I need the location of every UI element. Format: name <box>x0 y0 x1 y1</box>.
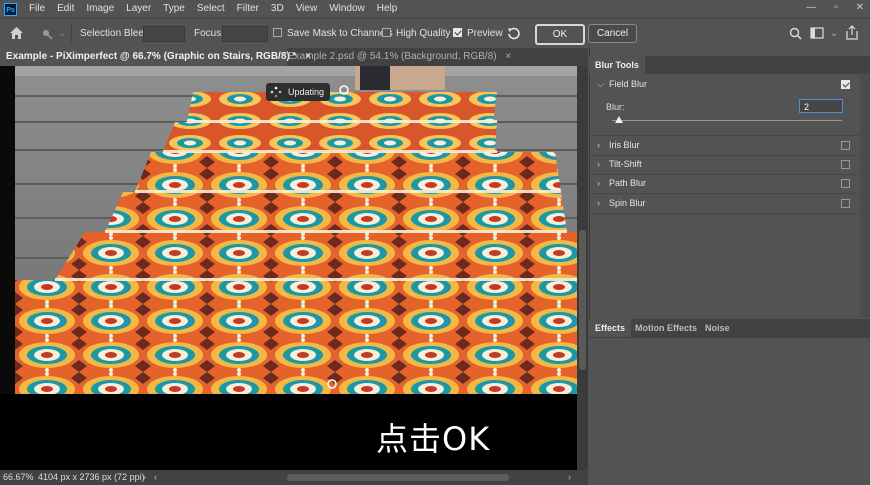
chevron-right-icon[interactable]: › <box>597 136 600 155</box>
close-tab-icon[interactable]: × <box>505 51 511 62</box>
blur-value-input[interactable]: 2 <box>799 99 843 113</box>
tab-example-2[interactable]: Example 2.psd @ 54.1% (Background, RGB/8… <box>282 48 517 66</box>
menu-select[interactable]: Select <box>191 0 231 18</box>
pasteboard <box>0 66 15 394</box>
tool-dropdown-arrow-icon[interactable]: ⌄ <box>58 19 66 48</box>
chevron-right-icon[interactable]: › <box>597 174 600 193</box>
path-blur-label: Path Blur <box>609 178 647 188</box>
pin-tool-icon[interactable] <box>40 27 53 40</box>
selection-bleed-label: Selection Bleed: <box>80 28 153 39</box>
scroll-left-arrow-icon[interactable]: ‹ <box>154 470 157 485</box>
menu-layer[interactable]: Layer <box>120 0 157 18</box>
spin-blur-row[interactable]: › Spin Blur <box>589 194 859 213</box>
window-controls: — ▫ ✕ <box>806 0 864 16</box>
restore-icon[interactable]: ▫ <box>834 0 838 16</box>
focus-label: Focus: <box>194 28 225 39</box>
blur-slider-track[interactable] <box>612 120 842 121</box>
panel-scrollbar[interactable] <box>860 74 870 318</box>
menu-view[interactable]: View <box>290 0 324 18</box>
reset-icon[interactable] <box>506 26 521 41</box>
chevron-right-icon[interactable]: › <box>597 155 600 174</box>
menu-edit[interactable]: Edit <box>51 0 80 18</box>
high-quality-box[interactable] <box>382 28 391 37</box>
status-menu-arrow-icon[interactable]: › <box>143 470 146 485</box>
blur-slider-handle-icon[interactable] <box>615 116 623 123</box>
blur-label: Blur: <box>606 102 625 112</box>
menu-help[interactable]: Help <box>371 0 404 18</box>
close-icon[interactable]: ✕ <box>856 0 864 16</box>
tab-effects[interactable]: Effects <box>589 319 632 337</box>
menu-file[interactable]: File <box>23 0 51 18</box>
tab-example[interactable]: Example - PiXimperfect @ 66.7% (Graphic … <box>0 48 311 66</box>
menu-window[interactable]: Window <box>323 0 371 18</box>
effects-panel-body <box>589 338 870 485</box>
canvas-image[interactable] <box>15 66 577 394</box>
home-icon[interactable] <box>9 26 24 40</box>
spin-blur-label: Spin Blur <box>609 198 646 208</box>
zoom-level[interactable]: 66.67% <box>3 470 34 485</box>
tilt-shift-checkbox[interactable] <box>841 160 850 169</box>
spinner-icon <box>270 86 282 98</box>
save-mask-label: Save Mask to Channels <box>287 28 393 39</box>
workspace-dropdown-icon[interactable]: ⌄ <box>830 19 838 48</box>
video-subtitle: 点击OK <box>376 420 491 458</box>
save-mask-box[interactable] <box>273 28 282 37</box>
tab-example-label: Example - PiXimperfect @ 66.7% (Graphic … <box>6 51 297 62</box>
preview-label: Preview <box>467 28 503 39</box>
tilt-shift-row[interactable]: › Tilt-Shift <box>589 155 859 174</box>
iris-blur-label: Iris Blur <box>609 140 640 150</box>
focus-field[interactable] <box>222 26 268 42</box>
field-blur-label: Field Blur <box>609 79 648 89</box>
share-icon[interactable] <box>845 25 859 40</box>
preview-checkbox[interactable]: Preview <box>453 19 503 48</box>
menu-image[interactable]: Image <box>80 0 120 18</box>
selection-bleed-field[interactable] <box>143 26 185 42</box>
tab-blur-tools[interactable]: Blur Tools <box>589 56 645 74</box>
high-quality-label: High Quality <box>396 28 451 39</box>
panel-tab-bar: Blur Tools <box>589 56 870 74</box>
iris-blur-checkbox[interactable] <box>841 141 850 150</box>
search-icon[interactable] <box>789 27 802 40</box>
ok-button[interactable]: OK <box>535 24 585 45</box>
field-blur-checkbox[interactable] <box>841 80 850 89</box>
cancel-button[interactable]: Cancel <box>588 24 637 43</box>
stairs-mandala-image <box>15 66 577 394</box>
divider <box>589 213 860 214</box>
field-blur-row[interactable]: ⌵ Field Blur <box>589 75 859 94</box>
workspace-icon[interactable] <box>810 27 824 39</box>
menu-3d[interactable]: 3D <box>265 0 290 18</box>
tilt-shift-label: Tilt-Shift <box>609 159 642 169</box>
menu-bar: Ps File Edit Image Layer Type Select Fil… <box>0 0 870 18</box>
minimize-icon[interactable]: — <box>806 0 816 16</box>
iris-blur-row[interactable]: › Iris Blur <box>589 136 859 155</box>
document-tabs: Example - PiXimperfect @ 66.7% (Graphic … <box>0 48 588 66</box>
preview-box[interactable] <box>453 28 462 37</box>
chevron-down-icon[interactable]: ⌵ <box>597 75 604 94</box>
effects-tab-bar: Effects Motion Effects Noise <box>589 319 870 338</box>
tab-noise[interactable]: Noise <box>699 319 736 337</box>
path-blur-row[interactable]: › Path Blur <box>589 174 859 193</box>
spin-blur-checkbox[interactable] <box>841 199 850 208</box>
high-quality-checkbox[interactable]: High Quality <box>382 19 450 48</box>
tab-motion-effects[interactable]: Motion Effects <box>629 319 703 337</box>
app-logo: Ps <box>4 2 17 16</box>
menu-type[interactable]: Type <box>157 0 191 18</box>
scroll-right-arrow-icon[interactable]: › <box>568 470 571 485</box>
horizontal-scroll-thumb[interactable] <box>287 474 509 481</box>
document-info: 4104 px x 2736 px (72 ppi) <box>38 472 145 482</box>
save-mask-checkbox[interactable]: Save Mask to Channels <box>273 19 393 48</box>
chevron-right-icon[interactable]: › <box>597 194 600 213</box>
menu-filter[interactable]: Filter <box>231 0 265 18</box>
tab-example-2-label: Example 2.psd @ 54.1% (Background, RGB/8… <box>288 51 497 62</box>
vertical-scroll-thumb[interactable] <box>579 230 586 370</box>
path-blur-checkbox[interactable] <box>841 179 850 188</box>
options-bar: ⌄ Selection Bleed: Focus: Save Mask to C… <box>0 18 870 49</box>
